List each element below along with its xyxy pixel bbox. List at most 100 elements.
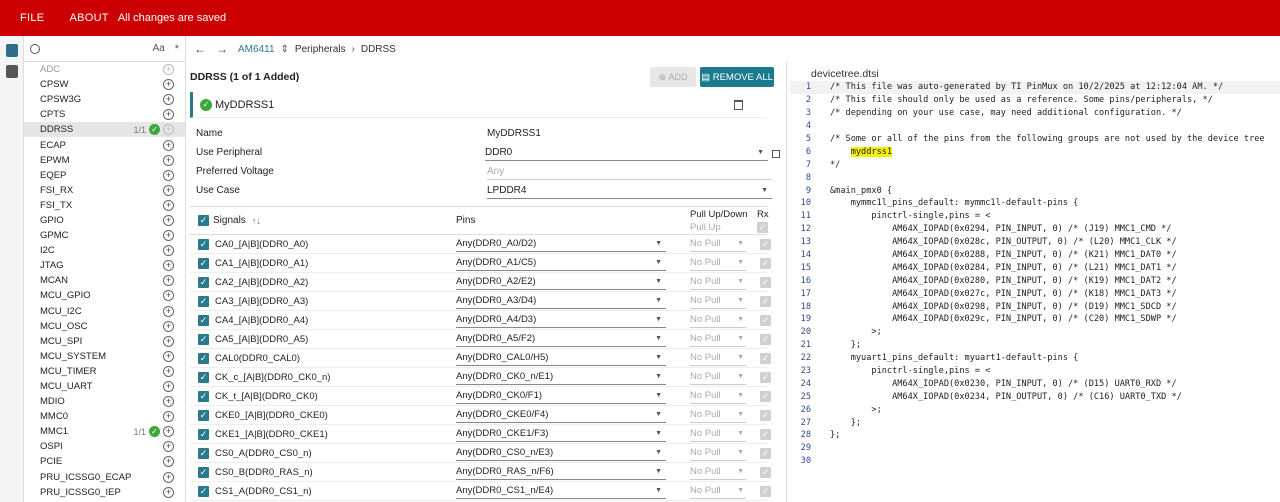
add-circle-icon[interactable]: + [163,154,174,166]
rx-checkbox[interactable]: ✓ [760,485,771,497]
select-all-checkbox[interactable]: ✓ [198,215,209,226]
signal-checkbox[interactable]: ✓ [198,314,209,326]
add-circle-icon[interactable]: + [163,245,174,257]
sidebar-item[interactable]: MCU_TIMER + [24,364,185,379]
pull-select[interactable]: No Pull ▼ [690,256,746,271]
signal-checkbox[interactable]: ✓ [198,409,209,421]
sidebar-item[interactable]: MDIO + [24,394,185,409]
remove-all-button[interactable]: ▤ REMOVE ALL [700,67,774,87]
sidebar-item[interactable]: EQEP + [24,168,185,183]
rx-checkbox[interactable]: ✓ [760,371,771,383]
match-case-toggle[interactable]: Aa [152,43,164,54]
add-button[interactable]: ⊕ ADD [650,67,696,87]
pull-select[interactable]: No Pull ▼ [690,446,746,461]
sidebar-item[interactable]: MCU_SPI + [24,334,185,349]
pin-select[interactable]: Any(DDR0_CS1_n/E4) ▼ [456,484,666,499]
lock-icon[interactable] [772,149,780,158]
pull-select[interactable]: No Pull ▼ [690,427,746,442]
add-circle-icon[interactable]: + [163,139,174,151]
pull-select[interactable]: No Pull ▼ [690,351,746,366]
rx-checkbox[interactable]: ✓ [760,409,771,421]
rx-checkbox[interactable]: ✓ [760,390,771,402]
add-circle-icon[interactable]: + [163,456,174,468]
regex-toggle[interactable]: * [175,43,179,55]
pull-select[interactable]: No Pull ▼ [690,408,746,423]
pull-select[interactable]: No Pull ▼ [690,275,746,290]
add-circle-icon[interactable]: + [163,335,174,347]
sidebar-item[interactable]: MCU_SYSTEM + [24,349,185,364]
rx-checkbox[interactable]: ✓ [760,447,771,459]
sidebar-item[interactable]: CPTS + [24,107,185,122]
rx-all-checkbox[interactable]: ✓ [757,221,768,233]
sidebar-item[interactable]: MCAN + [24,273,185,288]
property-select[interactable]: LPDDR4 ▼ [487,183,772,199]
code-file-tab[interactable]: devicetree.dtsi [790,62,1280,80]
add-circle-icon[interactable]: + [163,79,174,91]
add-circle-icon[interactable]: + [163,305,174,317]
add-circle-icon[interactable]: + [163,350,174,362]
sidebar-item[interactable]: FSI_TX + [24,198,185,213]
sidebar-item[interactable]: MMC0 + [24,409,185,424]
about-menu[interactable]: ABOUT [69,12,108,24]
add-circle-icon[interactable]: + [163,260,174,272]
add-circle-icon[interactable]: + [163,290,174,302]
add-circle-icon[interactable]: + [163,275,174,287]
sidebar-item[interactable]: EPWM + [24,153,185,168]
add-circle-icon[interactable]: + [163,169,174,181]
add-circle-icon[interactable]: + [163,441,174,453]
pull-select[interactable]: No Pull ▼ [690,294,746,309]
sidebar-item[interactable]: CPSW + [24,77,185,92]
add-circle-icon[interactable]: + [163,426,174,438]
add-circle-icon[interactable]: + [163,486,174,498]
trash-icon[interactable] [734,99,743,110]
search-bar[interactable]: Aa * [24,36,185,62]
sidebar-item[interactable]: ECAP + [24,137,185,152]
sidebar-item[interactable]: JTAG + [24,258,185,273]
sidebar-item[interactable]: MCU_GPIO + [24,288,185,303]
property-input[interactable]: MyDDRSS1 [487,126,772,142]
breadcrumb-peripherals[interactable]: Peripherals [295,44,346,55]
sidebar-item[interactable]: ADC + [24,62,185,77]
pull-select[interactable]: No Pull ▼ [690,389,746,404]
file-menu[interactable]: FILE [20,12,44,24]
sidebar-item[interactable]: PCIE + [24,454,185,469]
signal-checkbox[interactable]: ✓ [198,295,209,307]
add-circle-icon[interactable]: + [163,124,174,136]
signal-checkbox[interactable]: ✓ [198,238,209,250]
add-circle-icon[interactable]: + [163,230,174,242]
pin-select[interactable]: Any(DDR0_A5/F2) ▼ [456,332,666,347]
signal-checkbox[interactable]: ✓ [198,276,209,288]
file-icon[interactable] [5,65,18,78]
signal-checkbox[interactable]: ✓ [198,485,209,497]
add-circle-icon[interactable]: + [163,471,174,483]
add-circle-icon[interactable]: + [163,365,174,377]
add-circle-icon[interactable]: + [163,214,174,226]
add-circle-icon[interactable]: + [163,320,174,332]
sidebar-item[interactable]: CPSW3G + [24,92,185,107]
signal-checkbox[interactable]: ✓ [198,466,209,478]
back-arrow-icon[interactable]: ← [194,42,206,56]
rx-checkbox[interactable]: ✓ [760,276,771,288]
sidebar-item[interactable]: GPMC + [24,228,185,243]
code-editor[interactable]: 1 /* This file was auto-generated by TI P… [790,81,1280,468]
signal-checkbox[interactable]: ✓ [198,371,209,383]
sidebar-item[interactable]: MMC1 1/1 ✓ + [24,424,185,439]
pull-select[interactable]: No Pull ▼ [690,237,746,252]
signal-checkbox[interactable]: ✓ [198,390,209,402]
signal-checkbox[interactable]: ✓ [198,447,209,459]
rx-checkbox[interactable]: ✓ [760,257,771,269]
chip-icon[interactable] [5,44,18,57]
rx-checkbox[interactable]: ✓ [760,333,771,345]
pin-select[interactable]: Any(DDR0_A4/D3) ▼ [456,313,666,328]
signal-checkbox[interactable]: ✓ [198,333,209,345]
pull-select[interactable]: No Pull ▼ [690,370,746,385]
property-select[interactable]: DDR0 ▼ [485,145,769,161]
sort-icon[interactable]: ↑↓ [252,216,261,226]
signal-checkbox[interactable]: ✓ [198,352,209,364]
pull-select[interactable]: No Pull ▼ [690,465,746,480]
add-circle-icon[interactable]: + [163,199,174,211]
pin-select[interactable]: Any(DDR0_CAL0/H5) ▼ [456,351,666,366]
pin-select[interactable]: Any(DDR0_RAS_n/F6) ▼ [456,465,666,480]
sidebar-item[interactable]: GPIO + [24,213,185,228]
pin-select[interactable]: Any(DDR0_A0/D2) ▼ [456,237,666,252]
